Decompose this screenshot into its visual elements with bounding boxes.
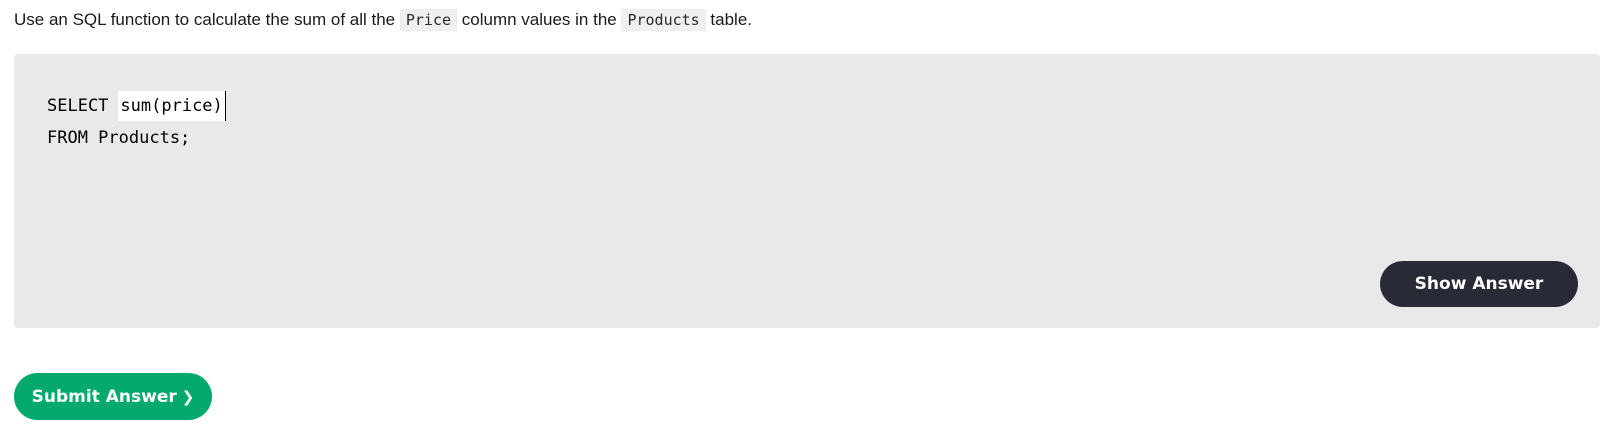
- from-clause: FROM Products;: [47, 128, 191, 148]
- select-keyword: SELECT: [47, 96, 109, 116]
- code-price: Price: [399, 9, 458, 31]
- code-lines: SELECT sum(price) FROM Products;: [47, 90, 226, 154]
- instructions-text: table.: [705, 10, 753, 29]
- exercise-instructions: Use an SQL function to calculate the sum…: [14, 8, 752, 32]
- instructions-text: Use an SQL function to calculate the sum…: [14, 10, 400, 29]
- show-answer-label: Show Answer: [1414, 274, 1544, 294]
- show-answer-button[interactable]: Show Answer: [1380, 261, 1578, 307]
- code-products: Products: [621, 9, 706, 31]
- answer-input[interactable]: sum(price): [118, 91, 226, 121]
- instructions-text: column values in the: [457, 10, 622, 29]
- submit-answer-label: Submit Answer: [31, 386, 177, 407]
- code-editor-box: SELECT sum(price) FROM Products; Show Ans…: [14, 54, 1600, 328]
- chevron-right-icon: ❯: [181, 387, 195, 406]
- code-line-1: SELECT sum(price): [47, 90, 226, 122]
- submit-answer-button[interactable]: Submit Answer ❯: [14, 373, 212, 420]
- code-line-2: FROM Products;: [47, 122, 226, 154]
